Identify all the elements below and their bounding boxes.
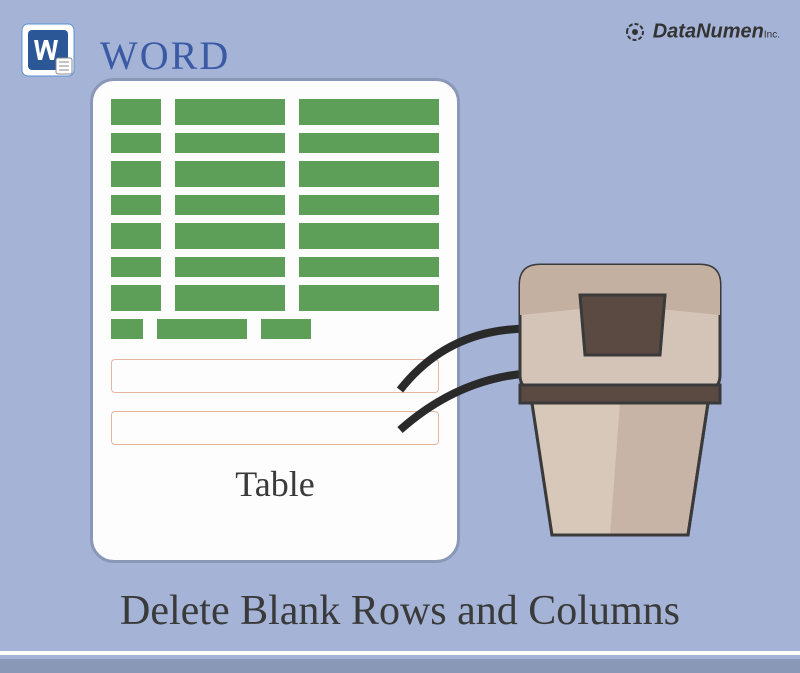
table-row — [111, 133, 439, 153]
page-title: Delete Blank Rows and Columns — [0, 587, 800, 635]
brand-suffix: Inc. — [764, 29, 780, 40]
filled-table-rows — [111, 99, 439, 339]
table-row — [111, 195, 439, 215]
product-name: WORD — [100, 32, 230, 79]
divider — [0, 651, 800, 655]
header: WORD DataNumenInc. — [0, 12, 800, 72]
table-row — [111, 161, 439, 187]
table-row — [111, 99, 439, 125]
table-row — [111, 223, 439, 249]
trash-bin-icon — [510, 255, 730, 550]
table-row — [111, 257, 439, 277]
divider — [0, 659, 800, 673]
brand-text: DataNumen — [653, 20, 764, 42]
table-label: Table — [111, 463, 439, 505]
brand-logo: DataNumenInc. — [623, 20, 780, 44]
table-row — [111, 285, 439, 311]
word-app-icon — [20, 22, 76, 78]
